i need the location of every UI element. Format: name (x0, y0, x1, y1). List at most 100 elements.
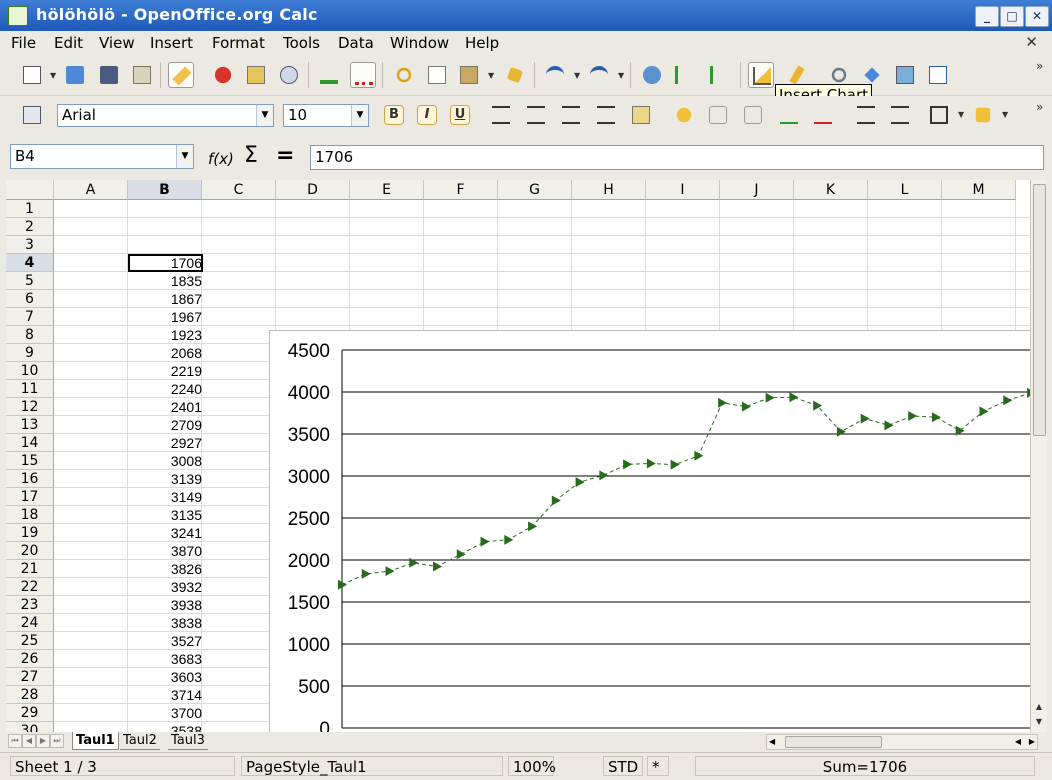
sum-icon[interactable]: Σ (244, 145, 258, 167)
cell-b20[interactable]: 3870 (128, 542, 202, 560)
column-header-c[interactable]: C (202, 180, 276, 200)
email-icon[interactable] (129, 62, 155, 88)
menu-view[interactable]: View (99, 34, 135, 52)
cell-b22[interactable]: 3932 (128, 578, 202, 596)
background-color-dropdown-icon[interactable]: ▼ (1002, 110, 1008, 119)
column-header-e[interactable]: E (350, 180, 424, 200)
row-header-13[interactable]: 13 (6, 416, 54, 434)
styles-formatting-icon[interactable] (19, 102, 45, 128)
cell-b26[interactable]: 3683 (128, 650, 202, 668)
paste-icon[interactable] (456, 62, 482, 88)
horizontal-scrollbar[interactable]: ◀ ◀ ▶ (766, 734, 1038, 750)
scroll-left-icon[interactable]: ◀ (769, 735, 775, 749)
cell-b19[interactable]: 3241 (128, 524, 202, 542)
scroll-down-icon[interactable]: ▼ (1032, 715, 1046, 729)
cell-b27[interactable]: 3603 (128, 668, 202, 686)
paste-dropdown-icon[interactable]: ▼ (488, 71, 494, 80)
new-dropdown-icon[interactable]: ▼ (50, 71, 56, 80)
cell-b18[interactable]: 3135 (128, 506, 202, 524)
menu-help[interactable]: Help (465, 34, 499, 52)
row-header-6[interactable]: 6 (6, 290, 54, 308)
maximize-button[interactable]: □ (1000, 6, 1024, 27)
page-style[interactable]: PageStyle_Taul1 (241, 756, 503, 776)
row-header-14[interactable]: 14 (6, 434, 54, 452)
font-name-box[interactable]: Arial ▼ (57, 104, 274, 127)
next-sheet-icon[interactable]: ▶ (36, 734, 50, 748)
undo-icon[interactable] (542, 62, 568, 88)
column-header-i[interactable]: I (646, 180, 720, 200)
vertical-scrollbar[interactable]: ▲ ▼ (1030, 180, 1047, 732)
font-size-dropdown-icon[interactable]: ▼ (351, 105, 368, 126)
cell-b10[interactable]: 2219 (128, 362, 202, 380)
row-header-5[interactable]: 5 (6, 272, 54, 290)
row-header-17[interactable]: 17 (6, 488, 54, 506)
row-header-25[interactable]: 25 (6, 632, 54, 650)
font-size-box[interactable]: 10 ▼ (283, 104, 369, 127)
export-pdf-icon[interactable] (210, 62, 236, 88)
cell-b7[interactable]: 1967 (128, 308, 202, 326)
sheet-tab-taul1[interactable]: Taul1 (72, 732, 119, 750)
print-preview-icon[interactable] (276, 62, 302, 88)
save-icon[interactable] (96, 62, 122, 88)
add-decimal-icon[interactable] (776, 102, 802, 128)
insert-chart-icon[interactable] (748, 62, 774, 88)
row-header-2[interactable]: 2 (6, 218, 54, 236)
scroll-up-icon[interactable]: ▲ (1032, 700, 1046, 714)
sort-ascending-icon[interactable] (671, 62, 697, 88)
cell-cursor[interactable] (128, 254, 203, 272)
column-header-j[interactable]: J (720, 180, 794, 200)
cell-b12[interactable]: 2401 (128, 398, 202, 416)
row-header-29[interactable]: 29 (6, 704, 54, 722)
zoom-level[interactable]: 100% (508, 756, 556, 776)
column-header-b[interactable]: B (128, 180, 202, 200)
edit-file-icon[interactable] (168, 62, 194, 88)
decrease-indent-icon[interactable] (853, 102, 879, 128)
row-header-8[interactable]: 8 (6, 326, 54, 344)
italic-button[interactable]: I (417, 105, 437, 125)
column-header-a[interactable]: A (54, 180, 128, 200)
menu-window[interactable]: Window (390, 34, 449, 52)
row-header-10[interactable]: 10 (6, 362, 54, 380)
align-right-icon[interactable] (558, 102, 584, 128)
align-center-icon[interactable] (523, 102, 549, 128)
vertical-scroll-thumb[interactable] (1033, 184, 1046, 436)
row-header-20[interactable]: 20 (6, 542, 54, 560)
cell-b16[interactable]: 3139 (128, 470, 202, 488)
row-header-21[interactable]: 21 (6, 560, 54, 578)
toolbar-overflow-icon[interactable]: » (1036, 59, 1043, 73)
cell-b15[interactable]: 3008 (128, 452, 202, 470)
sheet-tab-taul3[interactable]: Taul3 (168, 732, 208, 750)
first-sheet-icon[interactable]: ⏮ (8, 734, 22, 748)
column-header-f[interactable]: F (424, 180, 498, 200)
embedded-chart[interactable]: 4500 4000 3500 3000 2500 2000 1500 1000 500 0 (269, 330, 1030, 732)
align-left-icon[interactable] (488, 102, 514, 128)
undo-dropdown-icon[interactable]: ▼ (574, 71, 580, 80)
autospellcheck-icon[interactable] (350, 62, 376, 88)
background-color-icon[interactable] (970, 102, 996, 128)
open-folder-icon[interactable] (62, 62, 88, 88)
menu-data[interactable]: Data (338, 34, 374, 52)
spreadsheet-grid[interactable]: A B C D E F G H I J K L M 1 2 3 4 1706 5 1835 6 1867 7 1967 8 192… (6, 180, 1030, 732)
percent-format-icon[interactable] (705, 102, 731, 128)
minimize-button[interactable]: _ (975, 6, 999, 27)
last-sheet-icon[interactable]: ⏭ (50, 734, 64, 748)
redo-icon[interactable] (586, 62, 612, 88)
row-header-15[interactable]: 15 (6, 452, 54, 470)
cell-b6[interactable]: 1867 (128, 290, 202, 308)
merge-cells-icon[interactable] (628, 102, 654, 128)
column-header-d[interactable]: D (276, 180, 350, 200)
borders-icon[interactable] (926, 102, 952, 128)
cell-b25[interactable]: 3527 (128, 632, 202, 650)
sheet-tab-taul2[interactable]: Taul2 (120, 732, 160, 750)
currency-format-icon[interactable] (671, 102, 697, 128)
menu-tools[interactable]: Tools (283, 34, 320, 52)
function-wizard-icon[interactable]: f(x) (208, 148, 234, 170)
row-header-22[interactable]: 22 (6, 578, 54, 596)
justify-icon[interactable] (593, 102, 619, 128)
sort-descending-icon[interactable] (706, 62, 732, 88)
selection-mode[interactable]: STD (603, 756, 643, 776)
name-box-dropdown-icon[interactable]: ▼ (176, 145, 193, 168)
increase-indent-icon[interactable] (887, 102, 913, 128)
sum-display[interactable]: Sum=1706 (695, 756, 1035, 776)
calc-app-icon[interactable] (8, 6, 28, 26)
